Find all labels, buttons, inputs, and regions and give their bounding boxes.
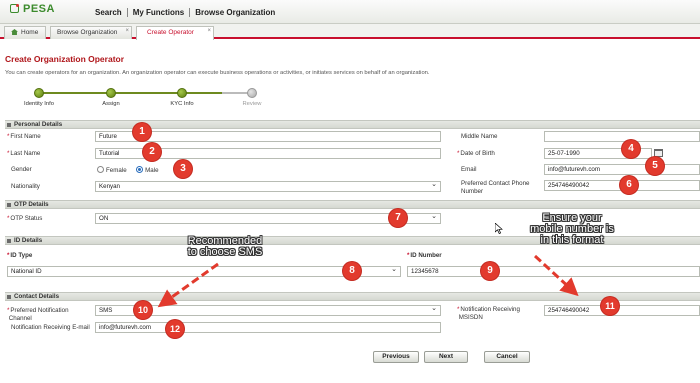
section-contact-details[interactable]: Contact Details (5, 292, 700, 301)
nav-my-functions[interactable]: My Functions (126, 8, 190, 17)
cancel-button[interactable]: Cancel (484, 351, 530, 363)
section-title: Contact Details (14, 293, 60, 300)
step-kyc-label: KYC Info (170, 101, 194, 107)
gender-female-radio[interactable] (97, 166, 104, 173)
badge-9: 9 (481, 262, 499, 280)
gender-male-label: Male (145, 167, 159, 174)
last-name-label: *Last Name (7, 150, 41, 157)
tab-home-label: Home (21, 29, 39, 36)
collapse-icon[interactable] (7, 239, 11, 243)
close-icon[interactable]: × (207, 28, 211, 34)
close-icon[interactable]: × (125, 28, 129, 34)
page-description: You can create operators for an organiza… (5, 70, 430, 76)
step-review-label: Review (242, 101, 262, 107)
tab-home[interactable]: Home (4, 26, 46, 39)
badge-3: 3 (174, 160, 192, 178)
home-icon (11, 29, 18, 35)
top-bar: PESA Search My Functions Browse Organiza… (0, 0, 700, 24)
notification-email-field[interactable]: info@futurevh.com (95, 322, 441, 333)
gender-female-label: Female (106, 167, 127, 174)
tab-label: Browse Organization (57, 29, 118, 36)
notification-msisdn-field[interactable]: 254746490042 (544, 305, 700, 316)
section-title: ID Details (14, 237, 43, 244)
logo-text: PESA (23, 3, 55, 15)
badge-5: 5 (646, 157, 664, 175)
section-otp-details[interactable]: OTP Details (5, 200, 700, 209)
annotation-recommend: Recommended to choose SMS (187, 235, 263, 258)
badge-8: 8 (343, 262, 361, 280)
id-number-label: *ID Number (407, 252, 442, 259)
calendar-icon[interactable] (654, 149, 663, 157)
collapse-icon[interactable] (7, 123, 11, 127)
notification-email-label: Notification Receiving E-mail (11, 324, 90, 331)
section-title: OTP Details (14, 201, 49, 208)
page-title: Create Organization Operator (5, 54, 125, 64)
badge-4: 4 (622, 140, 640, 158)
gender-male-radio[interactable] (136, 166, 144, 173)
nav-search[interactable]: Search (90, 8, 127, 17)
middle-name-field[interactable] (544, 131, 700, 142)
step-identity-dot (34, 88, 44, 98)
tab-browse-organization[interactable]: Browse Organization × (50, 26, 132, 39)
badge-7: 7 (389, 209, 407, 227)
top-nav: Search My Functions Browse Organization (90, 8, 280, 17)
first-name-label: *First Name (7, 133, 41, 140)
tab-create-operator[interactable]: Create Operator × (136, 26, 214, 40)
phone-label: Preferred Contact Phone Number (461, 180, 530, 195)
tab-bar: Home Browse Organization × Create Operat… (0, 24, 700, 40)
progress-steps: Identity Info Assign KYC Info Review (0, 86, 300, 112)
middle-name-label: Middle Name (461, 133, 498, 140)
mpesa-logo[interactable]: PESA (10, 3, 55, 15)
collapse-icon[interactable] (7, 203, 11, 207)
badge-10: 10 (134, 301, 152, 319)
logo-dot (16, 4, 19, 7)
annotation-ensure-format: Ensure your mobile number is in this forma… (530, 212, 614, 246)
badge-2: 2 (143, 143, 161, 161)
nationality-label: Nationality (11, 183, 40, 190)
step-review-dot (247, 88, 257, 98)
id-type-label: *ID Type (7, 252, 33, 259)
section-personal-details[interactable]: Personal Details (5, 120, 700, 129)
notification-msisdn-label: *Notification Receiving MSISDN (457, 306, 520, 321)
nav-browse-organization[interactable]: Browse Organization (189, 8, 280, 17)
id-type-select[interactable]: National ID (7, 265, 401, 277)
id-number-field[interactable]: 12345678 (407, 266, 700, 277)
dob-label: *Date of Birth (457, 150, 495, 157)
badge-11: 11 (601, 297, 619, 315)
step-kyc-dot (177, 88, 187, 98)
step-assign-label: Assign (102, 101, 120, 107)
nationality-select[interactable]: Kenyan (95, 180, 441, 192)
otp-status-label: *OTP Status (7, 215, 43, 222)
mouse-cursor-icon (495, 223, 503, 234)
step-assign-dot (106, 88, 116, 98)
email-label: Email (461, 166, 477, 173)
collapse-icon[interactable] (7, 295, 11, 299)
gender-radio-group: Female Male (97, 166, 159, 174)
email-field[interactable]: info@futurevh.com (544, 164, 700, 175)
step-identity-label: Identity Info (24, 101, 54, 107)
badge-12: 12 (166, 320, 184, 338)
next-button[interactable]: Next (424, 351, 468, 363)
previous-button[interactable]: Previous (373, 351, 419, 363)
section-title: Personal Details (14, 121, 63, 128)
step-connector (40, 92, 222, 94)
badge-6: 6 (620, 176, 638, 194)
gender-label: Gender (11, 166, 32, 173)
tab-label: Create Operator (147, 29, 194, 36)
notification-channel-label: *Preferred Notification Channel (7, 307, 69, 322)
badge-1: 1 (133, 123, 151, 141)
